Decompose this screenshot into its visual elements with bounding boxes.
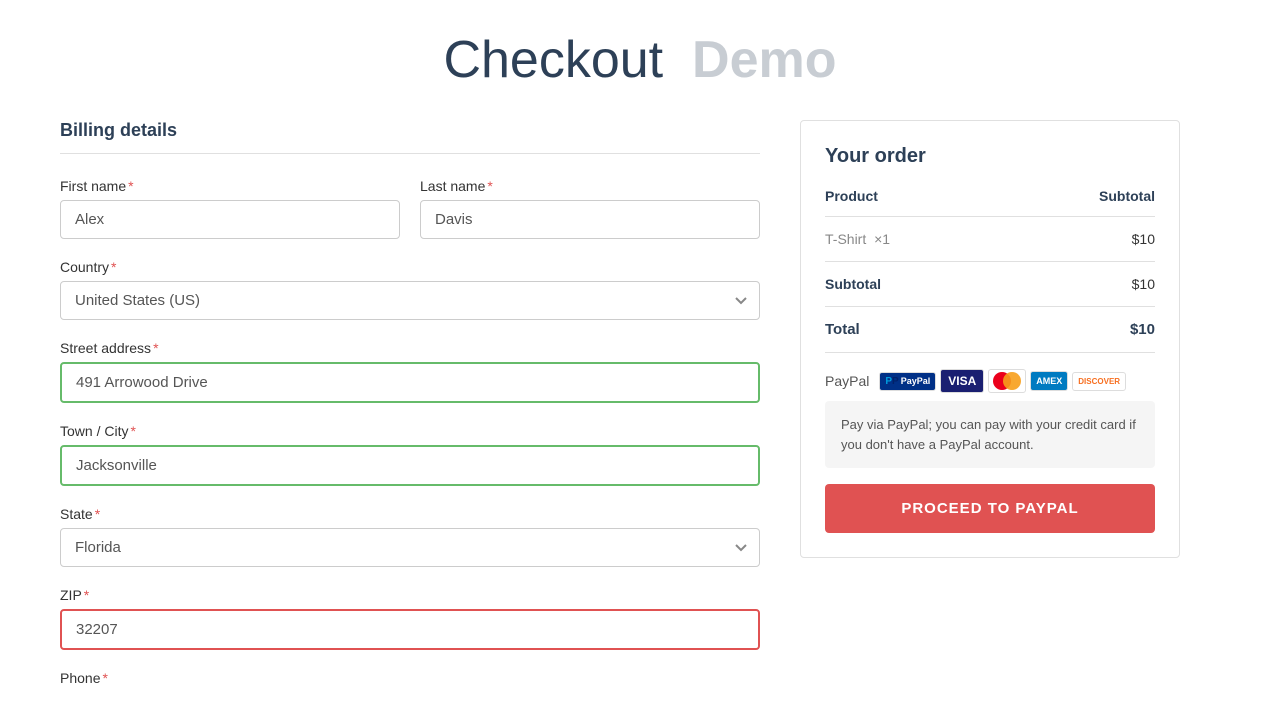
billing-title: Billing details (60, 120, 760, 154)
payment-info-text: Pay via PayPal; you can pay with your cr… (841, 417, 1136, 452)
payment-method-row: PayPal PP PayPal VISA AMEX (825, 353, 1155, 401)
subtotal-row: Subtotal $10 (825, 262, 1155, 307)
required-star: * (111, 259, 116, 275)
state-label: State* (60, 506, 760, 522)
phone-label: Phone* (60, 670, 760, 686)
mastercard-icon (988, 369, 1026, 393)
page-title: Checkout Demo (443, 31, 836, 89)
zip-input[interactable] (60, 609, 760, 650)
required-star: * (95, 506, 100, 522)
subtotal-label: Subtotal (825, 262, 1002, 307)
product-qty: ×1 (874, 231, 890, 247)
total-label: Total (825, 307, 1002, 353)
required-star: * (102, 670, 107, 686)
proceed-paypal-button[interactable]: PROCEED TO PAYPAL (825, 484, 1155, 533)
col-product: Product (825, 188, 1002, 217)
first-name-input[interactable] (60, 200, 400, 239)
payment-icons: PP PayPal VISA AMEX DISCOVER (879, 369, 1126, 393)
first-name-label: First name* (60, 178, 400, 194)
city-label: Town / City* (60, 423, 760, 439)
visa-icon: VISA (940, 369, 984, 393)
paypal-icon: PP PayPal (879, 372, 936, 391)
required-star: * (153, 340, 158, 356)
required-star: * (487, 178, 492, 194)
last-name-label: Last name* (420, 178, 760, 194)
required-star: * (130, 423, 135, 439)
country-label: Country* (60, 259, 760, 275)
amex-icon: AMEX (1030, 371, 1068, 391)
last-name-input[interactable] (420, 200, 760, 239)
product-name: T-Shirt (825, 231, 866, 247)
table-row: T-Shirt ×1 $10 (825, 217, 1155, 262)
total-row: Total $10 (825, 307, 1155, 353)
payment-info-box: Pay via PayPal; you can pay with your cr… (825, 401, 1155, 468)
street-label: Street address* (60, 340, 760, 356)
col-subtotal: Subtotal (1002, 188, 1155, 217)
product-price: $10 (1002, 217, 1155, 262)
street-input[interactable] (60, 362, 760, 403)
subtotal-value: $10 (1002, 262, 1155, 307)
billing-form: Billing details First name* Last name* (60, 120, 760, 712)
discover-icon: DISCOVER (1072, 372, 1126, 391)
required-star: * (128, 178, 133, 194)
total-value: $10 (1002, 307, 1155, 353)
order-table: Product Subtotal T-Shirt ×1 $10 Subtotal (825, 188, 1155, 353)
zip-label: ZIP* (60, 587, 760, 603)
country-select[interactable]: United States (US) (60, 281, 760, 320)
paypal-label: PayPal (825, 373, 869, 389)
order-title: Your order (825, 145, 1155, 168)
city-input[interactable] (60, 445, 760, 486)
order-summary: Your order Product Subtotal T-Shirt ×1 $… (800, 120, 1180, 558)
required-star: * (84, 587, 89, 603)
state-select[interactable]: Florida (60, 528, 760, 567)
